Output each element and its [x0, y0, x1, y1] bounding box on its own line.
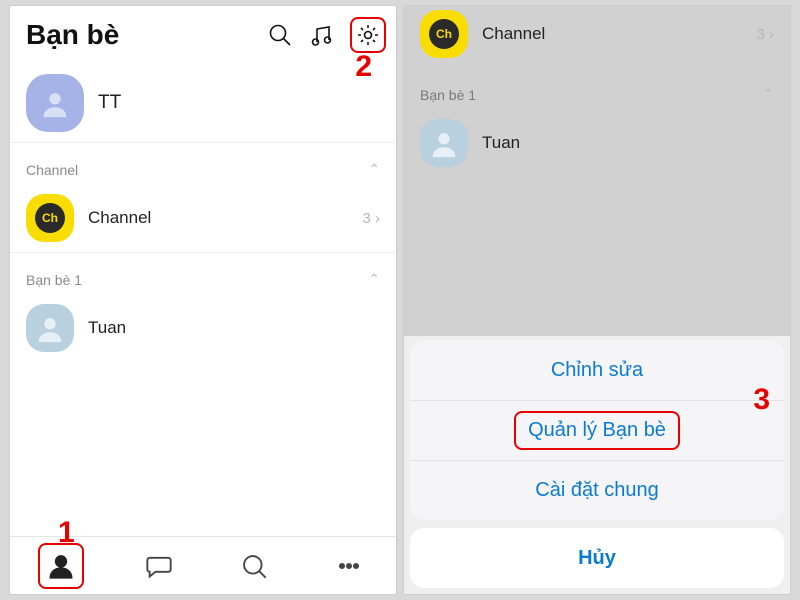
action-sheet-options: Chỉnh sửa Quản lý Bạn bè 3 Cài đặt chung	[410, 340, 784, 520]
section-channel[interactable]: Channel ⌃	[10, 143, 396, 184]
channel-badge-icon: Ch	[429, 19, 459, 49]
section-friends[interactable]: Bạn bè 1 ⌃	[10, 253, 396, 294]
channel-name: Channel	[88, 208, 362, 228]
tab-discover[interactable]	[234, 546, 274, 586]
cancel-button[interactable]: Hủy	[410, 528, 784, 588]
avatar	[420, 119, 468, 167]
gear-icon	[355, 22, 381, 48]
more-icon	[335, 552, 363, 580]
search-icon	[240, 552, 268, 580]
music-icon	[309, 22, 335, 48]
person-icon	[47, 552, 75, 580]
manage-friends-highlight: Quản lý Bạn bè	[514, 411, 680, 450]
person-icon	[33, 311, 67, 345]
profile-row[interactable]: TT	[10, 64, 396, 142]
avatar	[26, 74, 84, 132]
channel-row[interactable]: Ch Channel 3 ›	[404, 6, 790, 68]
person-icon	[38, 86, 72, 120]
channel-badge-icon: Ch	[35, 203, 65, 233]
friend-row[interactable]: Tuan	[404, 109, 790, 177]
chat-icon	[145, 552, 173, 580]
dimmed-background: Ch Channel 3 › Bạn bè 1 ⌃ Tuan	[404, 6, 790, 336]
friend-row[interactable]: Tuan	[10, 294, 396, 362]
search-button[interactable]	[266, 21, 294, 49]
tab-friends[interactable]	[41, 546, 81, 586]
tab-chats[interactable]	[139, 546, 179, 586]
screen-friends-list: Bạn bè TT Cha	[10, 6, 396, 594]
channel-count: 3 ›	[756, 26, 774, 43]
settings-button[interactable]	[354, 21, 382, 49]
page-title: Bạn bè	[26, 19, 266, 51]
option-edit[interactable]: Chỉnh sửa	[410, 340, 784, 400]
header: Bạn bè	[10, 6, 396, 64]
channel-row[interactable]: Ch Channel 3 ›	[10, 184, 396, 252]
music-button[interactable]	[308, 21, 336, 49]
channel-name: Channel	[482, 24, 756, 44]
chevron-up-icon: ⌃	[762, 86, 774, 103]
option-general-settings[interactable]: Cài đặt chung	[410, 460, 784, 520]
section-friends[interactable]: Bạn bè 1 ⌃	[404, 68, 790, 109]
search-icon	[267, 22, 293, 48]
friend-name: Tuan	[88, 318, 380, 338]
tab-more[interactable]	[329, 546, 369, 586]
action-sheet: Chỉnh sửa Quản lý Bạn bè 3 Cài đặt chung…	[410, 340, 784, 588]
friends-tab-highlight-box	[38, 543, 84, 589]
settings-highlight-box	[350, 17, 386, 53]
channel-avatar: Ch	[26, 194, 74, 242]
channel-avatar: Ch	[420, 10, 468, 58]
chevron-up-icon: ⌃	[368, 161, 380, 178]
option-manage-friends[interactable]: Quản lý Bạn bè 3	[410, 400, 784, 460]
screen-settings-sheet: Ch Channel 3 › Bạn bè 1 ⌃ Tuan Chỉnh sửa	[404, 6, 790, 594]
header-actions	[266, 17, 386, 53]
chevron-up-icon: ⌃	[368, 271, 380, 288]
channel-count: 3 ›	[362, 210, 380, 227]
friend-name: Tuan	[482, 133, 774, 153]
tab-bar	[10, 536, 396, 594]
profile-name: TT	[98, 92, 380, 114]
avatar	[26, 304, 74, 352]
person-icon	[427, 126, 461, 160]
